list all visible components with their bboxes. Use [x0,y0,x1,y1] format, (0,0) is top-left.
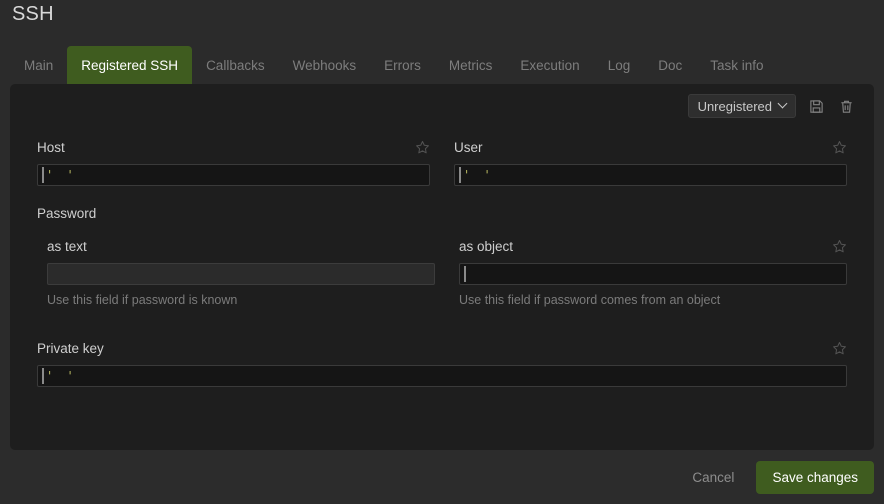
star-outline-icon[interactable] [832,140,847,155]
registration-select[interactable]: Unregistered [687,94,796,118]
password-as-text-header: as text [47,235,435,257]
host-input-value: ' ' [46,168,77,182]
password-as-object-input[interactable] [459,263,847,285]
private-key-caret [42,368,44,384]
registration-select-value: Unregistered [697,98,772,114]
private-key-row: Private key ' ' [37,337,847,387]
private-key-group: Private key ' ' [37,337,847,387]
user-input[interactable]: ' ' [454,164,847,186]
password-as-text-label: as text [47,238,87,254]
tab-metrics[interactable]: Metrics [435,46,507,84]
password-subgroup: as text Use this field if password is kn… [37,235,847,307]
floppy-disk-icon[interactable] [806,96,826,116]
user-field: User ' ' [454,136,847,186]
page-title: SSH [12,3,54,25]
password-as-object-label: as object [459,238,514,254]
user-input-caret [459,167,461,183]
star-outline-icon[interactable] [832,239,847,254]
password-as-object-group: as object Use this field if password com… [459,235,847,307]
password-as-text-input[interactable] [47,263,435,285]
host-field-header: Host [37,136,430,158]
tab-webhooks[interactable]: Webhooks [279,46,371,84]
tab-log[interactable]: Log [594,46,645,84]
private-key-label: Private key [37,340,104,356]
host-input[interactable]: ' ' [37,164,430,186]
tab-callbacks[interactable]: Callbacks [192,46,279,84]
user-field-group: User ' ' [454,136,847,186]
user-field-header: User [454,136,847,158]
ssh-form: Host ' ' User ' ' Password as text Use t… [10,136,874,387]
host-input-caret [42,167,44,183]
star-outline-icon[interactable] [832,341,847,356]
tab-registered-ssh[interactable]: Registered SSH [67,46,193,84]
star-outline-icon[interactable] [415,140,430,155]
password-as-object-field: as object Use this field if password com… [459,235,847,307]
cancel-button[interactable]: Cancel [680,462,746,493]
user-label: User [454,139,483,155]
host-field-group: Host ' ' [37,136,430,186]
password-section-label: Password [37,206,97,221]
tab-errors[interactable]: Errors [370,46,435,84]
tab-main[interactable]: Main [10,46,67,84]
host-field: Host ' ' [37,136,430,186]
tab-task-info[interactable]: Task info [696,46,777,84]
private-key-field: Private key ' ' [37,337,847,387]
tab-doc[interactable]: Doc [644,46,696,84]
password-row: as text Use this field if password is kn… [47,235,847,307]
host-label: Host [37,139,65,155]
private-key-value: ' ' [46,369,77,383]
private-key-header: Private key [37,337,847,359]
password-as-text-helper: Use this field if password is known [47,293,238,307]
registered-ssh-panel: Unregistered Host ' ' User ' ' Password … [10,84,874,450]
password-as-text-group: as text Use this field if password is kn… [47,235,435,307]
password-as-object-helper: Use this field if password comes from an… [459,293,721,307]
private-key-input[interactable]: ' ' [37,365,847,387]
dialog-footer: Cancel Save changes [0,450,884,504]
user-input-value: ' ' [463,168,494,182]
password-as-text-field: as text Use this field if password is kn… [47,235,435,307]
tab-bar: Main Registered SSH Callbacks Webhooks E… [0,46,884,84]
chevron-down-icon [779,100,788,109]
trash-icon[interactable] [836,96,856,116]
password-as-object-header: as object [459,235,847,257]
host-user-row: Host ' ' User ' ' [37,136,847,186]
tab-execution[interactable]: Execution [506,46,593,84]
password-as-object-caret [464,266,466,282]
save-changes-button[interactable]: Save changes [756,460,874,494]
panel-toolbar: Unregistered [687,94,856,118]
